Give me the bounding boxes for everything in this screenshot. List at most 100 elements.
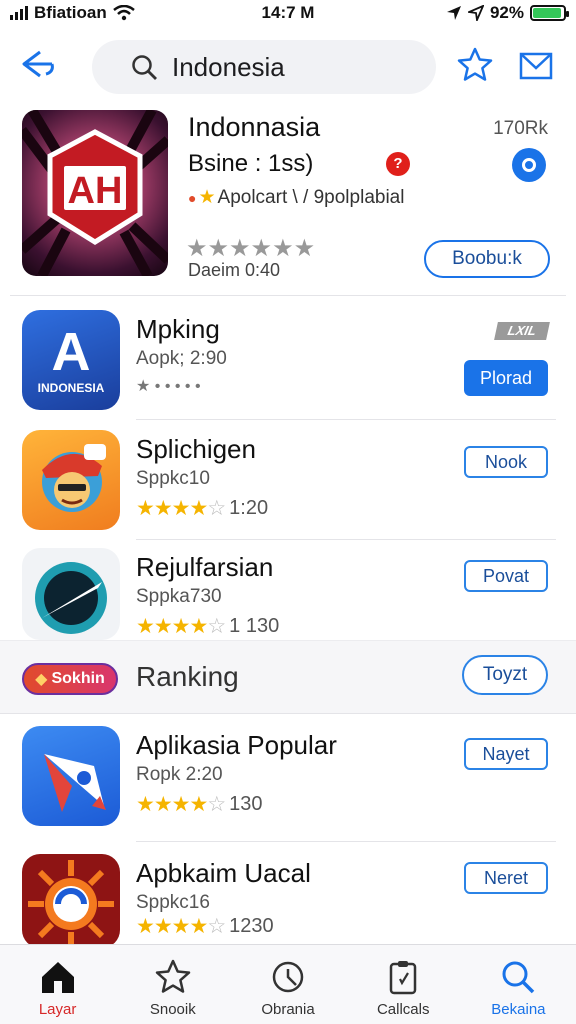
featured-app-name: Indonnasia bbox=[188, 112, 321, 142]
featured-icon-text: AH bbox=[68, 170, 123, 212]
app-subtitle: Sppka730 bbox=[136, 586, 222, 607]
status-right: 92% bbox=[446, 3, 569, 23]
app-icon[interactable] bbox=[22, 726, 120, 826]
info-badge[interactable]: ? bbox=[386, 152, 410, 176]
app-tag: LXIL bbox=[494, 322, 550, 340]
app-icon[interactable] bbox=[22, 854, 120, 948]
star-rating-icon: ★★★★☆ bbox=[136, 497, 226, 520]
app-rating-dots: ★ • • • • • bbox=[136, 378, 201, 395]
rocket-logo bbox=[44, 754, 106, 812]
row-divider bbox=[136, 419, 556, 420]
tab-bar: Layar Snooik Obrania Callcals Bekaina bbox=[0, 944, 576, 1024]
app-icon-letter: A bbox=[52, 322, 91, 382]
tab-home[interactable]: Layar bbox=[0, 945, 115, 1024]
search-icon bbox=[132, 55, 157, 80]
pill-arrow-icon: ◆ bbox=[35, 671, 48, 688]
nav-bar: Indonesia bbox=[0, 26, 576, 110]
character-logo bbox=[42, 444, 106, 512]
location-arrow-icon bbox=[446, 6, 461, 20]
featured-star-rating: ★★★★★★ bbox=[186, 235, 316, 262]
app-logo-graphic: AH bbox=[22, 110, 168, 276]
favorite-star-icon[interactable] bbox=[456, 46, 494, 84]
featured-app-size: 170Rk bbox=[493, 118, 548, 139]
featured-app-icon[interactable]: AH bbox=[22, 110, 168, 276]
tab-label: Obrania bbox=[261, 1001, 315, 1018]
app-rating: ★★★★☆ 1230 bbox=[136, 914, 274, 939]
tab-label: Snooik bbox=[149, 1001, 196, 1018]
clock-icon bbox=[272, 961, 304, 993]
search-query: Indonesia bbox=[172, 51, 285, 82]
sun-swirl-logo bbox=[28, 860, 114, 948]
star-rating-icon: ★★★★☆ bbox=[136, 793, 226, 816]
tab-label: Bekaina bbox=[491, 1001, 546, 1018]
app-get-button[interactable]: Nayet bbox=[464, 738, 548, 770]
battery-icon bbox=[530, 5, 569, 21]
featured-app-date: Daeim 0:40 bbox=[188, 260, 281, 280]
app-name: Splichigen bbox=[136, 434, 256, 464]
list-item[interactable]: A INDONESIA Mpking Aopk; 2:90 ★ • • • • … bbox=[0, 302, 576, 420]
tab-label: Layar bbox=[38, 1001, 77, 1018]
app-rating: ★★★★☆ 130 bbox=[136, 792, 263, 817]
list-item[interactable]: Apbkaim Uacal Sppkc16 ★★★★☆ 1230 Neret bbox=[0, 846, 576, 948]
star-rating-icon: ★★★★☆ bbox=[136, 615, 226, 638]
tab-search[interactable]: Bekaina bbox=[461, 945, 576, 1024]
letter-a-logo: A INDONESIA bbox=[38, 322, 105, 395]
featured-app-card[interactable]: AH Indonnasia Bsine : 1ss) ? 170Rk ● ★ Ap… bbox=[10, 100, 566, 296]
pill-label: Sokhin bbox=[51, 670, 105, 687]
app-name: Aplikasia Popular bbox=[136, 730, 337, 760]
mail-icon[interactable] bbox=[518, 48, 554, 84]
status-bar: Bfiatioan 14:7 M 92% bbox=[0, 0, 576, 26]
tab-label: Callcals bbox=[376, 1001, 430, 1018]
battery-fill bbox=[533, 8, 561, 18]
search-input[interactable]: Indonesia bbox=[92, 40, 436, 94]
search-icon bbox=[502, 961, 535, 994]
app-name: Mpking bbox=[136, 314, 220, 344]
app-subtitle: Sppkc16 bbox=[136, 892, 210, 913]
row-divider bbox=[136, 841, 556, 842]
app-icon-caption: INDONESIA bbox=[38, 381, 105, 395]
rating-count: 1 130 bbox=[229, 615, 280, 637]
tab-history[interactable]: Obrania bbox=[230, 945, 345, 1024]
rating-count: 1:20 bbox=[229, 497, 269, 519]
clipboard-icon bbox=[389, 961, 417, 995]
app-get-button[interactable]: Nook bbox=[464, 446, 548, 478]
list-item[interactable]: Rejulfarsian Sppka730 ★★★★☆ 1 130 Povat bbox=[0, 540, 576, 640]
featured-get-button[interactable]: Boobu:k bbox=[424, 240, 550, 278]
location-outline-icon bbox=[467, 5, 484, 21]
app-name: Rejulfarsian bbox=[136, 552, 274, 582]
app-icon[interactable] bbox=[22, 430, 120, 530]
featured-app-developer: ● ★ Apolcart \ / 9polplabial bbox=[188, 186, 404, 209]
rating-count: 1230 bbox=[229, 915, 274, 937]
star-icon bbox=[155, 959, 191, 993]
app-subtitle: Sppkc10 bbox=[136, 468, 210, 489]
list-item[interactable]: Aplikasia Popular Ropk 2:20 ★★★★☆ 130 Nay… bbox=[0, 718, 576, 842]
section-see-all-button[interactable]: Toyzt bbox=[462, 655, 548, 695]
app-rating: ★★★★☆ 1 130 bbox=[136, 614, 279, 639]
app-subtitle: Aopk; 2:90 bbox=[136, 348, 227, 369]
developer-label: Apolcart \ / 9polplabial bbox=[217, 186, 405, 208]
back-arrow-icon[interactable] bbox=[18, 44, 58, 84]
tab-updates[interactable]: Callcals bbox=[346, 945, 461, 1024]
app-rating: ★★★★☆ 1:20 bbox=[136, 496, 268, 521]
developer-dot-icon: ● bbox=[188, 189, 197, 206]
ranking-section-header: ◆ Sokhin Ranking Toyzt bbox=[0, 640, 576, 714]
home-icon bbox=[41, 962, 74, 993]
status-toggle-icon[interactable] bbox=[512, 148, 546, 182]
battery-percent: 92% bbox=[489, 3, 524, 22]
rating-count: 130 bbox=[229, 793, 263, 815]
section-pill[interactable]: ◆ Sokhin bbox=[22, 663, 118, 695]
tab-featured[interactable]: Snooik bbox=[115, 945, 230, 1024]
section-title: Ranking bbox=[136, 661, 239, 692]
app-get-button[interactable]: Povat bbox=[464, 560, 548, 592]
app-icon[interactable]: A INDONESIA bbox=[22, 310, 120, 410]
star-rating-icon: ★★★★☆ bbox=[136, 915, 226, 938]
app-subtitle: Ropk 2:20 bbox=[136, 764, 223, 785]
app-name: Apbkaim Uacal bbox=[136, 858, 311, 888]
app-get-button[interactable]: Neret bbox=[464, 862, 548, 894]
app-get-button[interactable]: Plorad bbox=[464, 360, 548, 396]
app-icon[interactable] bbox=[22, 548, 120, 640]
dial-logo bbox=[35, 562, 107, 634]
featured-app-subtitle: Bsine : 1ss) bbox=[188, 150, 314, 177]
developer-star-icon: ★ bbox=[198, 187, 216, 208]
list-item[interactable]: Splichigen Sppkc10 ★★★★☆ 1:20 Nook bbox=[0, 422, 576, 540]
